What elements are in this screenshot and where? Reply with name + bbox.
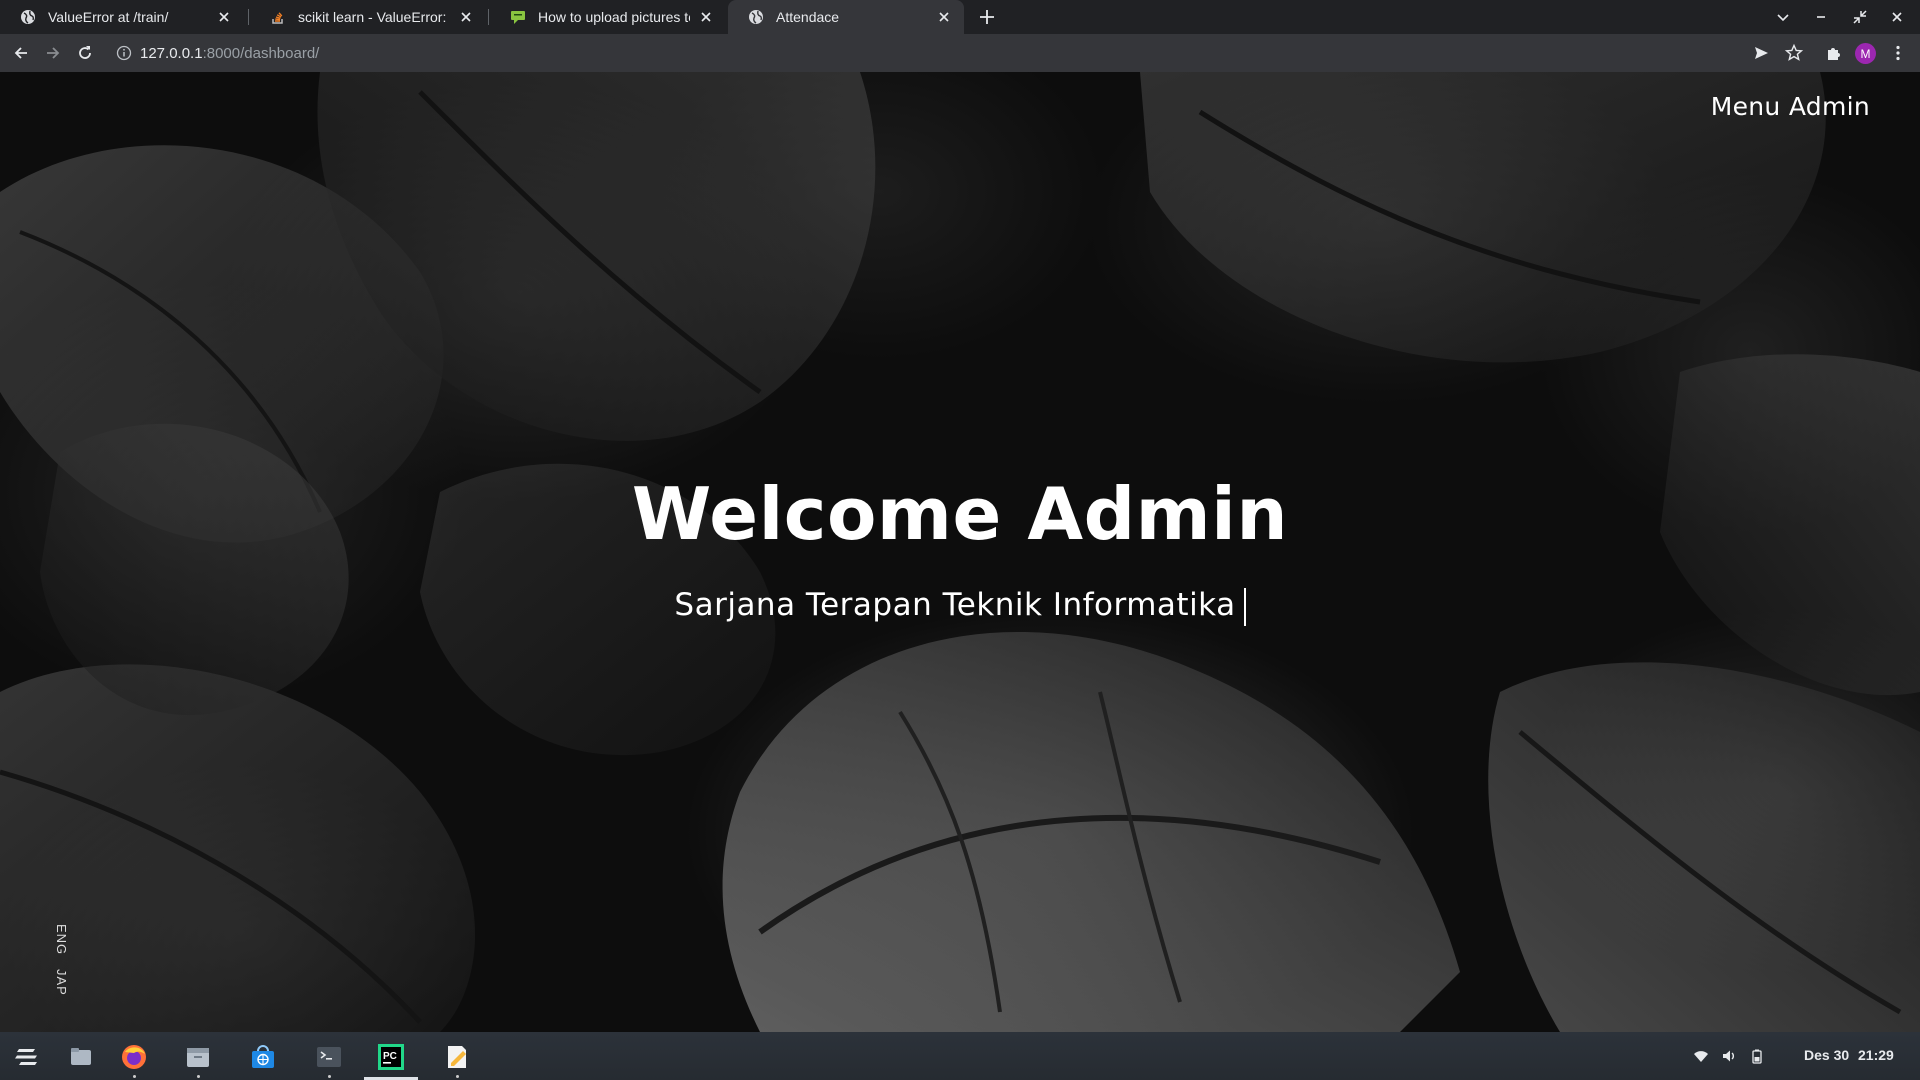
new-tab-icon[interactable]	[975, 7, 999, 27]
tab-separator	[488, 9, 489, 25]
tab-title: Attendace	[776, 9, 840, 25]
reload-icon[interactable]	[75, 43, 95, 63]
running-indicator	[197, 1075, 200, 1078]
tab-title: ValueError at /train/	[48, 9, 169, 25]
terminal-icon[interactable]	[314, 1042, 344, 1072]
clock-date[interactable]: Des 30	[1804, 1047, 1849, 1063]
pycharm-icon[interactable]: PC	[376, 1042, 406, 1072]
tab-upload-pictures[interactable]: How to upload pictures to r	[490, 0, 726, 34]
info-icon[interactable]	[116, 45, 132, 61]
zorin-menu-icon[interactable]	[12, 1042, 42, 1072]
tab-valueerror[interactable]: ValueError at /train/	[0, 0, 244, 34]
extensions-puzzle-icon[interactable]	[1824, 43, 1844, 63]
url-path: :8000/dashboard/	[202, 44, 320, 62]
globe-icon	[21, 10, 35, 24]
browser-tab-strip: ValueError at /train/ scikit learn - Val…	[0, 0, 1920, 34]
chat-icon	[511, 11, 525, 24]
close-icon[interactable]	[698, 9, 714, 25]
tab-search-chevron-icon[interactable]	[1773, 7, 1793, 27]
typing-caret	[1243, 587, 1246, 626]
tab-title: scikit learn - ValueError: The	[298, 9, 450, 25]
tab-scikit-learn[interactable]: scikit learn - ValueError: The	[250, 0, 486, 34]
globe-icon	[749, 10, 763, 24]
files-desktop-icon[interactable]	[66, 1042, 96, 1072]
volume-icon[interactable]	[1721, 1048, 1737, 1064]
text-editor-icon[interactable]	[442, 1042, 472, 1072]
forward-icon[interactable]	[43, 43, 63, 63]
close-icon[interactable]	[458, 9, 474, 25]
hero-subtitle: Sarjana Terapan Teknik Informatika	[674, 587, 1236, 623]
more-menu-icon[interactable]	[1888, 43, 1908, 63]
language-jap-link[interactable]: JAP	[54, 969, 69, 996]
close-window-icon[interactable]	[1887, 7, 1907, 27]
clock-time[interactable]: 21:29	[1858, 1047, 1894, 1063]
language-eng-link[interactable]: ENG	[54, 924, 69, 955]
back-icon[interactable]	[11, 43, 31, 63]
running-indicator	[456, 1075, 459, 1078]
close-icon[interactable]	[936, 9, 952, 25]
url-host: 127.0.0.1	[140, 44, 203, 62]
svg-text:PC: PC	[383, 1051, 397, 1062]
running-indicator	[328, 1075, 331, 1078]
tab-separator	[248, 9, 249, 25]
browser-toolbar: 127.0.0.1:8000/dashboard/ M	[0, 34, 1920, 72]
battery-icon[interactable]	[1749, 1048, 1765, 1064]
hero-subtitle-row: Sarjana Terapan Teknik Informatika	[0, 587, 1920, 626]
stackoverflow-icon	[272, 12, 283, 24]
restore-icon[interactable]	[1850, 7, 1870, 27]
address-bar[interactable]: 127.0.0.1:8000/dashboard/	[108, 37, 1768, 69]
send-icon[interactable]	[1751, 43, 1771, 63]
tab-title: How to upload pictures to r	[538, 9, 690, 25]
file-manager-icon[interactable]	[183, 1042, 213, 1072]
os-taskbar: PC Des 30 21:29	[0, 1032, 1920, 1080]
tab-attendace[interactable]: Attendace	[728, 0, 964, 34]
firefox-icon[interactable]	[119, 1042, 149, 1072]
running-indicator	[133, 1075, 136, 1078]
minimize-icon[interactable]	[1811, 7, 1831, 27]
close-icon[interactable]	[216, 9, 232, 25]
page-viewport: Menu Admin Welcome Admin Sarjana Terapan…	[0, 72, 1920, 1032]
hero-title: Welcome Admin	[631, 472, 1289, 556]
menu-admin-link[interactable]: Menu Admin	[1711, 92, 1870, 121]
software-store-icon[interactable]	[248, 1042, 278, 1072]
bookmark-star-icon[interactable]	[1784, 43, 1804, 63]
wifi-icon[interactable]	[1693, 1048, 1709, 1064]
profile-avatar[interactable]: M	[1855, 43, 1876, 64]
